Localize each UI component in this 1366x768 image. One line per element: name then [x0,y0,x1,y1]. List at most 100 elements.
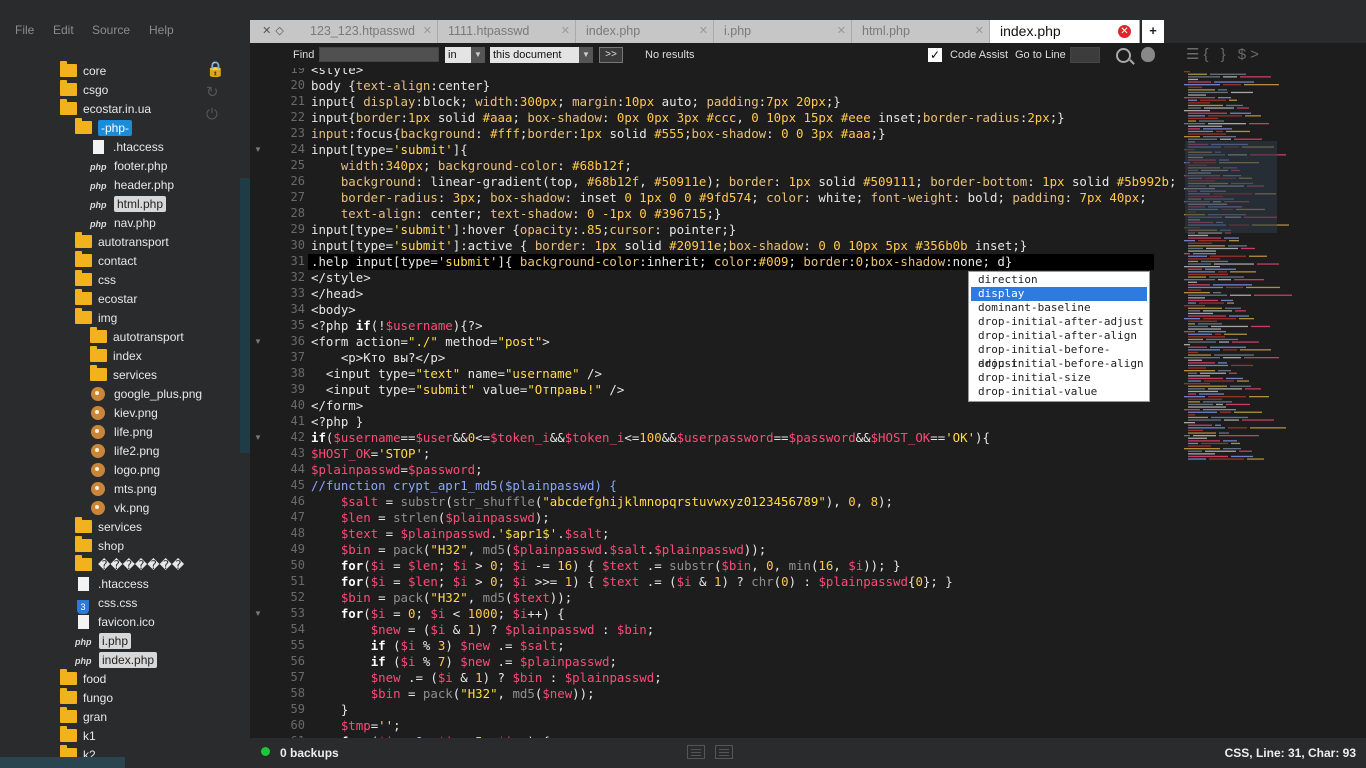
code-line[interactable]: </head> [311,286,363,302]
tree-item[interactable]: php index.php [75,651,158,670]
tree-item[interactable]: gran [60,707,107,727]
code-line[interactable]: $HOST_OK='STOP'; [311,446,430,462]
autocomplete-item[interactable]: drop-initial-before-align [971,357,1147,371]
autocomplete-item[interactable]: dominant-baseline [971,301,1147,315]
code-line[interactable]: <form action="./" method="post"> [311,334,550,350]
editor-tab[interactable]: index.php ✕ [990,20,1140,43]
code-line[interactable]: $text = $plainpasswd.'$apr1$'.$salt; [311,526,610,542]
code-line[interactable]: <input type="text" name="username" /> [311,366,602,382]
minimap-viewport[interactable] [1185,141,1277,233]
tree-item[interactable]: php i.php [75,632,132,651]
single-layout-icon[interactable] [687,745,705,759]
code-line[interactable]: if($username==$user&&0<=$token_i&&$token… [311,430,990,446]
tree-item[interactable]: ������� [75,555,184,575]
code-line[interactable]: <?php } [311,414,363,430]
fold-arrow-icon[interactable]: ▼ [254,609,262,618]
new-tab-button[interactable]: + [1142,20,1164,43]
find-scope-select[interactable]: this document ▼ [490,47,593,63]
editor-tab[interactable]: i.php ✕ [714,20,852,43]
tree-item[interactable]: services [75,517,142,537]
autocomplete-item[interactable]: drop-initial-after-align [971,329,1147,343]
code-line[interactable]: if ($i % 7) $new .= $plainpasswd; [311,654,617,670]
close-tab-icon[interactable]: ✕ [423,20,432,43]
tree-item[interactable]: vk.png [90,499,149,518]
tree-item[interactable]: favicon.ico [75,613,155,632]
find-go-button[interactable]: >> [599,47,623,63]
tree-item[interactable]: .htaccess [90,138,164,157]
backups-label[interactable]: 0 backups [280,746,339,760]
code-line[interactable]: input{border:1px solid #aaa; box-shadow:… [311,110,1065,126]
bug-icon[interactable] [1141,47,1155,62]
menu-source[interactable]: Source [92,23,130,37]
menu-edit[interactable]: Edit [53,23,74,37]
code-line[interactable]: input[type='submit']{ [311,142,468,158]
editor-tab[interactable]: 123_123.htpasswd ✕ [300,20,438,43]
autocomplete-item[interactable]: drop-initial-before-adjust [971,343,1147,370]
close-tab-icon[interactable]: ✕ [975,20,984,43]
code-line[interactable]: $plainpasswd=$password; [311,462,483,478]
menu-lines-icon[interactable]: ☰ [1186,46,1203,63]
code-line[interactable]: </style> [311,270,371,286]
tree-item[interactable]: life2.png [90,442,159,461]
panel-tools-icon[interactable]: ☰{ } $> [1186,45,1263,63]
search-icon[interactable] [1116,48,1131,63]
editor-tab[interactable]: 1111.htpasswd ✕ [438,20,576,43]
editor-tab[interactable]: index.php ✕ [576,20,714,43]
code-line[interactable]: $bin = pack("H32", md5($text)); [311,590,572,606]
code-line[interactable]: <style> [311,68,363,78]
tree-item[interactable]: php header.php [90,176,174,195]
code-line[interactable]: $new .= ($i & 1) ? $bin : $plainpasswd; [311,670,662,686]
code-line[interactable]: input[type='submit']:hover {opacity:.85;… [311,222,736,238]
editor-tab[interactable]: html.php ✕ [852,20,990,43]
tree-item[interactable]: 3 css.css [75,594,137,614]
tree-item[interactable]: css [75,270,116,290]
menu-file[interactable]: File [15,23,34,37]
code-line[interactable]: <body> [311,302,356,318]
tree-item[interactable]: .htaccess [75,575,149,594]
code-line[interactable]: </form> [311,398,363,414]
code-line[interactable]: <p>Кто вы?</p> [311,350,445,366]
tree-item[interactable]: kiev.png [90,404,158,423]
code-line[interactable]: text-align: center; text-shadow: 0 -1px … [311,206,722,222]
fold-arrow-icon[interactable]: ▼ [254,337,262,346]
tree-item[interactable]: fungo [60,688,113,708]
tree-item[interactable]: autotransport [75,232,169,252]
split-layout-icon[interactable] [715,745,733,759]
tab-scroll-arrows-icon[interactable]: ✕◇ [250,20,300,43]
plug-icon[interactable]: ⏻ [206,106,218,123]
autocomplete-item[interactable]: display [971,287,1147,301]
tree-item[interactable]: contact [75,251,137,271]
code-line[interactable]: background: linear-gradient(top, #68b12f… [311,174,1177,190]
code-line[interactable]: input{ display:block; width:300px; margi… [311,94,841,110]
tree-item[interactable]: food [60,669,106,689]
code-line[interactable]: $bin = pack("H32", md5($plainpasswd.$sal… [311,542,766,558]
close-tab-icon[interactable]: ✕ [699,20,708,43]
refresh-icon[interactable]: ↻ [206,83,219,101]
tree-item[interactable]: csgo [60,80,108,100]
code-line[interactable]: //function crypt_apr1_md5($plainpasswd) … [311,478,617,494]
tree-item[interactable]: k1 [60,726,96,746]
tree-item[interactable]: core [60,61,106,81]
close-tab-icon[interactable]: ✕ [837,20,846,43]
code-line[interactable]: if ($i % 3) $new .= $salt; [311,638,565,654]
lock-icon[interactable]: 🔒 [206,60,225,78]
close-tab-icon[interactable]: ✕ [1118,25,1131,38]
code-line[interactable]: border-radius: 3px; box-shadow: inset 0 … [311,190,1147,206]
code-line[interactable]: for($i = $len; $i > 0; $i >>= 1) { $text… [311,574,953,590]
sidebar-scrollbar[interactable] [240,178,250,453]
tree-item[interactable]: index [90,346,142,366]
tree-item[interactable]: services [90,365,157,385]
code-line[interactable]: $bin = pack("H32", md5($new)); [311,686,595,702]
go-to-line-input[interactable] [1070,47,1100,63]
code-line[interactable]: .help input[type='submit']{ background-c… [311,254,1012,270]
tree-item[interactable]: life.png [90,423,153,442]
autocomplete-popup[interactable]: direction display dominant-baseline drop-in… [968,271,1150,402]
code-assist-checkbox[interactable]: ✓ [928,48,942,62]
tree-item[interactable]: img [75,308,117,328]
autocomplete-item[interactable]: drop-initial-size [971,371,1147,385]
code-line[interactable]: $new = ($i & 1) ? $plainpasswd : $bin; [311,622,655,638]
tree-item[interactable]: ecostar.in.ua [60,99,151,119]
find-in-select[interactable]: in ▼ [445,47,485,63]
autocomplete-item[interactable]: drop-initial-value [971,385,1147,399]
code-line[interactable]: $salt = substr(str_shuffle("abcdefghijkl… [311,494,893,510]
